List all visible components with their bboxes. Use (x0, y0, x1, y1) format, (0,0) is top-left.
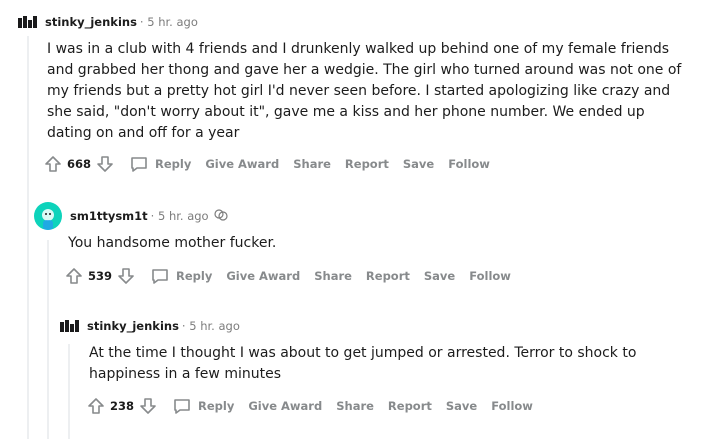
vote-score: 238 (110, 399, 135, 413)
award-icon[interactable] (213, 208, 229, 225)
save-button[interactable]: Save (424, 269, 455, 283)
reply-button[interactable]: Reply (172, 396, 234, 416)
give-award-button[interactable]: Give Award (226, 269, 300, 283)
username[interactable]: stinky_jenkins (87, 319, 179, 333)
report-button[interactable]: Report (366, 269, 410, 283)
vote-controls: 539 (64, 266, 136, 286)
comment-bubble-icon (131, 157, 147, 172)
username[interactable]: sm1ttysm1t (70, 209, 148, 223)
share-button[interactable]: Share (336, 399, 374, 413)
vote-controls: 238 (86, 396, 158, 416)
reply-label: Reply (198, 399, 235, 413)
comment-bubble-icon (174, 399, 190, 414)
comment-actions: 539 Reply Give Award Share Report Save F… (64, 264, 694, 288)
reply-button[interactable]: Reply (150, 266, 212, 286)
avatar[interactable] (34, 202, 62, 230)
follow-button[interactable]: Follow (469, 269, 511, 283)
username[interactable]: stinky_jenkins (45, 15, 137, 29)
share-button[interactable]: Share (314, 269, 352, 283)
avatar[interactable] (60, 320, 79, 332)
comment-body: You handsome mother fucker. (68, 235, 277, 251)
vote-score: 668 (67, 157, 92, 171)
save-button[interactable]: Save (403, 157, 434, 171)
report-button[interactable]: Report (388, 399, 432, 413)
upvote-icon[interactable] (43, 154, 63, 174)
downvote-icon[interactable] (95, 154, 115, 174)
report-button[interactable]: Report (345, 157, 389, 171)
comment-actions: 238 Reply Give Award Share Report Save F… (86, 394, 700, 418)
reply-label: Reply (155, 157, 192, 171)
give-award-button[interactable]: Give Award (248, 399, 322, 413)
upvote-icon[interactable] (64, 266, 84, 286)
comment: sm1ttysm1t · 5 hr. ago You handsome moth… (34, 202, 694, 288)
reply-button[interactable]: Reply (129, 154, 191, 174)
comment-body: At the time I thought I was about to get… (89, 345, 637, 382)
comment-header: stinky_jenkins · 5 hr. ago (18, 10, 698, 34)
comment-actions: 668 Reply Give Award Share Report Save F… (43, 152, 698, 176)
downvote-icon[interactable] (138, 396, 158, 416)
share-button[interactable]: Share (293, 157, 331, 171)
vote-controls: 668 (43, 154, 115, 174)
save-button[interactable]: Save (446, 399, 477, 413)
follow-button[interactable]: Follow (491, 399, 533, 413)
timestamp[interactable]: · 5 hr. ago (182, 319, 240, 333)
reply-label: Reply (176, 269, 213, 283)
give-award-button[interactable]: Give Award (205, 157, 279, 171)
comment: stinky_jenkins · 5 hr. ago At the time I… (60, 314, 700, 418)
snoo-avatar-icon (42, 209, 54, 230)
upvote-icon[interactable] (86, 396, 106, 416)
comment: stinky_jenkins · 5 hr. ago I was in a cl… (18, 10, 698, 176)
timestamp[interactable]: · 5 hr. ago (140, 15, 198, 29)
comment-header: sm1ttysm1t · 5 hr. ago (34, 202, 694, 230)
comment-bubble-icon (152, 269, 168, 284)
avatar[interactable] (18, 16, 37, 28)
vote-score: 539 (88, 269, 113, 283)
downvote-icon[interactable] (116, 266, 136, 286)
timestamp[interactable]: · 5 hr. ago (151, 209, 209, 223)
comment-body: I was in a club with 4 friends and I dru… (47, 41, 682, 141)
comment-header: stinky_jenkins · 5 hr. ago (60, 314, 700, 338)
follow-button[interactable]: Follow (448, 157, 490, 171)
